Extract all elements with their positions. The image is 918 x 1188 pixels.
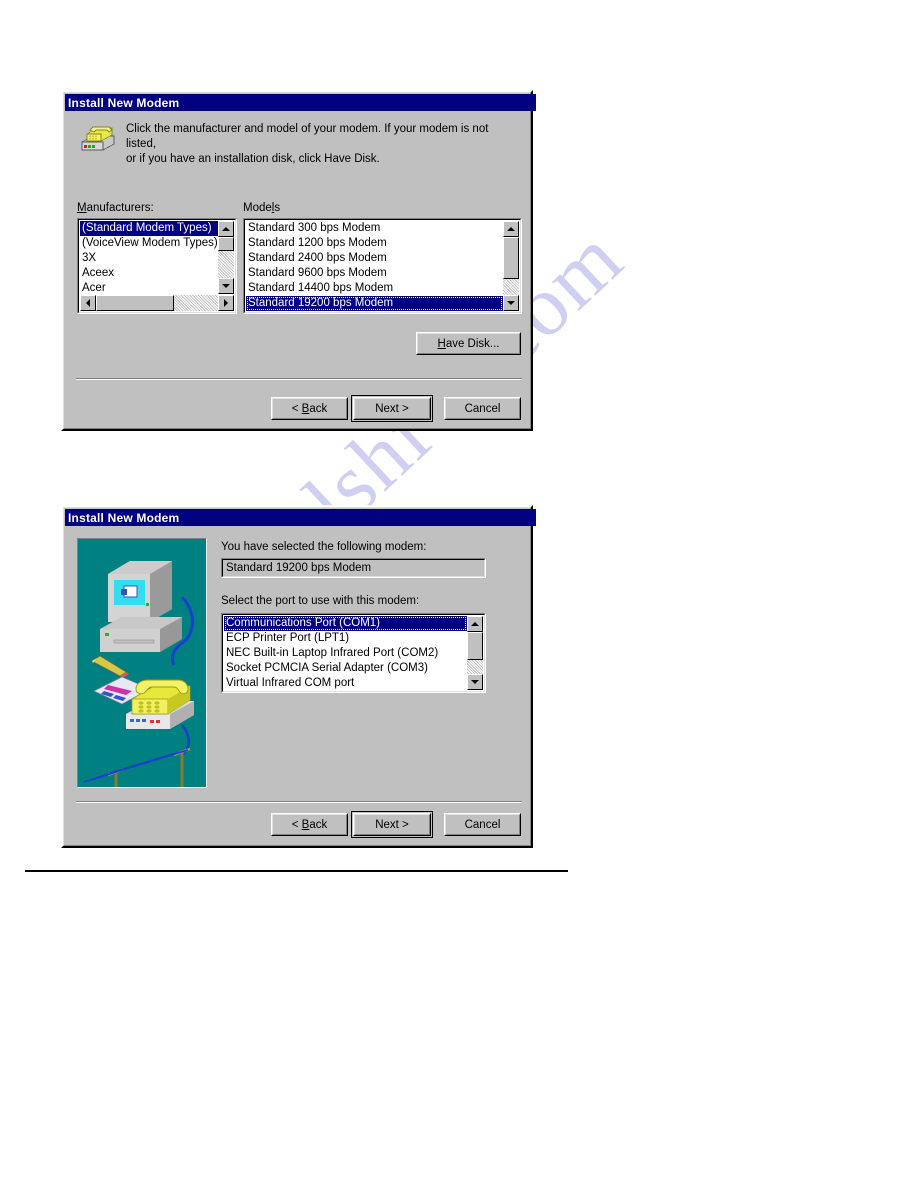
manufacturers-scroll-down-arrow-icon[interactable] — [218, 278, 234, 294]
next-button-dialog2[interactable]: Next > — [351, 811, 433, 838]
models-listbox-frame: Standard 300 bps Modem Standard 1200 bps … — [244, 219, 521, 313]
ports-list-items[interactable]: Communications Port (COM1) ECP Printer Po… — [224, 616, 467, 691]
ports-scroll-up-arrow-icon[interactable] — [467, 616, 483, 632]
port-list-item[interactable]: NEC Built-in Laptop Infrared Port (COM2) — [224, 646, 467, 661]
manufacturer-list-item[interactable]: Aceex — [80, 266, 218, 281]
selected-modem-field-value: Standard 19200 bps Modem — [222, 559, 485, 577]
model-list-item[interactable]: Standard 300 bps Modem — [246, 221, 503, 236]
next-button-face-1: Next > — [354, 398, 430, 419]
next-button-label-2: Next > — [375, 818, 409, 831]
model-list-item[interactable]: Standard 14400 bps Modem — [246, 281, 503, 296]
back-button-dialog2[interactable]: < Back — [271, 813, 348, 836]
next-button-label-1: Next > — [375, 402, 409, 415]
manufacturers-horizontal-scrollbar[interactable] — [80, 295, 234, 311]
back-button-face-1: < Back — [272, 398, 347, 419]
back-button-dialog1[interactable]: < Back — [271, 397, 348, 420]
manufacturers-scroll-up-arrow-icon[interactable] — [218, 221, 234, 237]
manufacturers-listbox-frame: (Standard Modem Types) (VoiceView Modem T… — [78, 219, 236, 313]
manufacturers-label: Manufacturers: — [77, 202, 154, 214]
port-list-item[interactable]: Socket PCMCIA Serial Adapter (COM3) — [224, 661, 467, 676]
port-list-item[interactable]: ECP Printer Port (LPT1) — [224, 631, 467, 646]
have-disk-button-face: Have Disk... — [417, 333, 520, 354]
manufacturers-list-items[interactable]: (Standard Modem Types) (VoiceView Modem T… — [80, 221, 218, 295]
manufacturers-scroll-left-arrow-icon[interactable] — [80, 295, 96, 311]
dialog1-instruction-text: Click the manufacturer and model of your… — [126, 123, 489, 165]
cancel-button-face-2: Cancel — [445, 814, 520, 835]
selected-modem-field: Standard 19200 bps Modem — [221, 558, 486, 578]
install-new-modem-dialog-select-model: Install New Modem Click the manufacturer… — [61, 90, 536, 431]
port-list-item[interactable]: Communications Port (COM1) — [224, 616, 467, 631]
model-list-item[interactable]: Standard 2400 bps Modem — [246, 251, 503, 266]
computer-modem-telephone-illustration — [77, 538, 207, 788]
back-button-label-1: < Back — [291, 402, 328, 415]
models-listbox[interactable]: Standard 300 bps Modem Standard 1200 bps … — [243, 218, 522, 314]
models-vertical-scrollbar[interactable] — [503, 221, 519, 311]
ports-listbox[interactable]: Communications Port (COM1) ECP Printer Po… — [221, 613, 486, 693]
manufacturer-list-item[interactable]: (Standard Modem Types) — [80, 221, 218, 236]
model-list-item[interactable]: Standard 28800 bps Modem — [246, 311, 503, 312]
models-scroll-down-arrow-icon[interactable] — [503, 295, 519, 311]
models-label: Models — [243, 202, 281, 214]
dialog1-title-text: Install New Modem — [68, 95, 180, 110]
model-list-item[interactable]: Standard 19200 bps Modem — [246, 296, 503, 311]
dialog1-titlebar: Install New Modem — [65, 94, 536, 111]
models-vscroll-thumb[interactable] — [503, 237, 519, 279]
manufacturers-hscroll-thumb[interactable] — [96, 295, 174, 311]
manufacturers-scroll-right-arrow-icon[interactable] — [218, 295, 234, 311]
dialog2-separator — [76, 801, 522, 803]
models-scroll-up-arrow-icon[interactable] — [503, 221, 519, 237]
have-disk-button-label: Have Disk... — [437, 337, 500, 350]
next-button-face-2: Next > — [354, 814, 430, 835]
cancel-button-face-1: Cancel — [445, 398, 520, 419]
next-button-frame-1: Next > — [353, 397, 431, 420]
ports-scroll-down-arrow-icon[interactable] — [467, 674, 483, 690]
manufacturer-list-item[interactable]: (VoiceView Modem Types) — [80, 236, 218, 251]
ports-listbox-frame: Communications Port (COM1) ECP Printer Po… — [222, 614, 485, 692]
dialog1-separator — [76, 378, 522, 380]
dialog2-titlebar: Install New Modem — [65, 509, 536, 526]
have-disk-button[interactable]: Have Disk... — [416, 332, 521, 355]
manufacturers-listbox[interactable]: (Standard Modem Types) (VoiceView Modem T… — [77, 218, 237, 314]
next-button-dialog1[interactable]: Next > — [351, 395, 433, 422]
port-list-item[interactable]: Virtual Infrared COM port — [224, 676, 467, 691]
page-footer-rule — [25, 870, 568, 872]
cancel-button-label-2: Cancel — [464, 818, 501, 831]
ports-vertical-scrollbar[interactable] — [467, 616, 483, 690]
models-list-items[interactable]: Standard 300 bps Modem Standard 1200 bps … — [246, 221, 503, 312]
cancel-button-label-1: Cancel — [464, 402, 501, 415]
manufacturers-vertical-scrollbar[interactable] — [218, 221, 234, 294]
model-list-item[interactable]: Standard 1200 bps Modem — [246, 236, 503, 251]
dialog2-title-text: Install New Modem — [68, 510, 180, 525]
cancel-button-dialog2[interactable]: Cancel — [444, 813, 521, 836]
install-new-modem-dialog-select-port: Install New Modem You have selected the … — [61, 505, 536, 848]
port-label: Select the port to use with this modem: — [221, 595, 420, 607]
back-button-face-2: < Back — [272, 814, 347, 835]
modem-phone-icon — [79, 120, 117, 152]
cancel-button-dialog1[interactable]: Cancel — [444, 397, 521, 420]
back-button-label-2: < Back — [291, 818, 328, 831]
ports-vscroll-thumb[interactable] — [467, 632, 483, 660]
manufacturer-list-item[interactable]: 3X — [80, 251, 218, 266]
next-button-frame-2: Next > — [353, 813, 431, 836]
selected-modem-label: You have selected the following modem: — [221, 541, 427, 553]
manufacturers-vscroll-thumb[interactable] — [218, 237, 234, 251]
manufacturer-list-item[interactable]: Acer — [80, 281, 218, 295]
model-list-item[interactable]: Standard 9600 bps Modem — [246, 266, 503, 281]
